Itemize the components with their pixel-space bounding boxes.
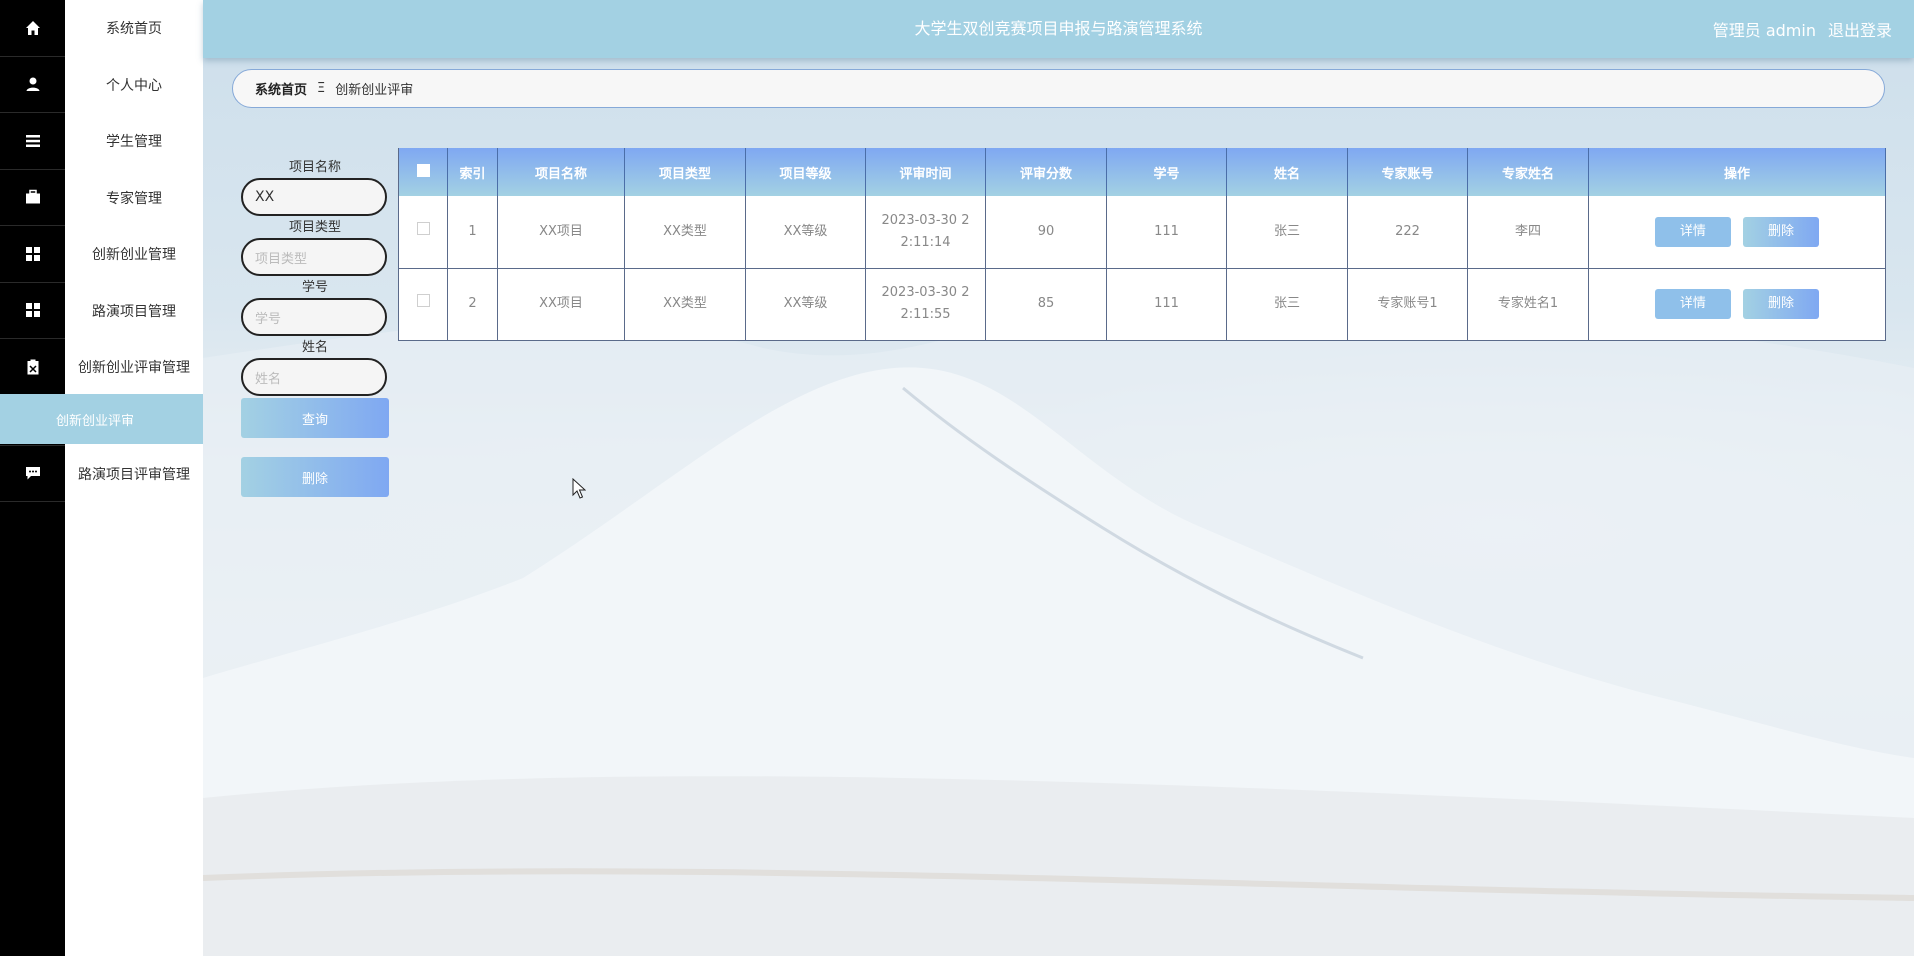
sidebar-menu: 系统首页 个人中心 学生管理 专家管理 创新创业管理 路演项目管理 创新创业评审…: [65, 0, 203, 956]
user-icon: [26, 77, 39, 92]
logout-link[interactable]: 退出登录: [1828, 17, 1892, 41]
breadcrumb-home-link[interactable]: 系统首页: [255, 79, 307, 98]
sidebar-item-experts[interactable]: 专家管理: [65, 170, 203, 227]
cell-review-time: 2023-03-30 22:11:55: [865, 268, 986, 341]
select-all-checkbox-cell[interactable]: [398, 148, 448, 196]
project-name-label: 项目名称: [288, 160, 341, 175]
select-all-checkbox[interactable]: [416, 163, 430, 177]
col-name: 姓名: [1226, 148, 1348, 196]
query-button[interactable]: 查询: [241, 398, 389, 438]
top-header: 大学生双创竞赛项目申报与路演管理系统 管理员 admin 退出登录: [203, 0, 1914, 58]
sidebar-subitem-innovation-review-active[interactable]: 创新创业评审: [0, 394, 203, 444]
detail-button[interactable]: 详情: [1654, 216, 1731, 247]
col-project-type: 项目类型: [624, 148, 746, 196]
home-icon: [25, 20, 40, 35]
table-row: 2 XX项目 XX类型 XX等级 2023-03-30 22:11:55 85 …: [398, 268, 1886, 341]
sidebar-item-profile[interactable]: 个人中心: [65, 57, 203, 114]
rail-grid-2[interactable]: [0, 283, 65, 339]
cell-project-level: XX等级: [745, 196, 866, 269]
row-checkbox[interactable]: [416, 294, 430, 307]
cell-student-no: 111: [1106, 196, 1227, 269]
name-input[interactable]: 姓名: [241, 358, 387, 396]
row-checkbox-cell[interactable]: [398, 268, 448, 341]
row-checkbox-cell[interactable]: [398, 196, 448, 269]
table-row: 1 XX项目 XX类型 XX等级 2023-03-30 22:11:14 90 …: [398, 196, 1886, 269]
cell-expert-account: 222: [1347, 196, 1468, 269]
cell-project-level: XX等级: [745, 268, 866, 341]
cell-project-name: XX项目: [497, 268, 625, 341]
cell-actions: 详情 删除: [1588, 196, 1886, 269]
student-no-label: 学号: [301, 280, 328, 295]
rail-grid-1[interactable]: [0, 226, 65, 283]
breadcrumb: 系统首页 Ξ 创新创业评审: [232, 69, 1885, 108]
rail-home[interactable]: [0, 0, 65, 57]
col-project-level: 项目等级: [745, 148, 866, 196]
project-name-input[interactable]: XX: [241, 178, 387, 216]
header-user-area: 管理员 admin 退出登录: [1701, 0, 1892, 58]
rail-list[interactable]: [0, 113, 65, 170]
delete-button[interactable]: 删除: [1743, 216, 1820, 247]
rail-clipboard[interactable]: [0, 339, 65, 396]
sidebar-item-innovation-review[interactable]: 创新创业评审管理: [65, 339, 203, 396]
cell-name: 张三: [1226, 196, 1348, 269]
chat-icon: [25, 467, 40, 480]
delete-button[interactable]: 删除: [1743, 289, 1820, 319]
sidebar-item-students[interactable]: 学生管理: [65, 113, 203, 170]
rail-briefcase[interactable]: [0, 170, 65, 226]
mouse-cursor-icon: [572, 478, 586, 499]
col-expert-account: 专家账号: [1347, 148, 1468, 196]
clipboard-icon: [27, 359, 38, 375]
sidebar-item-roadshow-review[interactable]: 路演项目评审管理: [65, 446, 203, 503]
rail-chat[interactable]: [0, 446, 65, 502]
project-type-input[interactable]: 项目类型: [241, 238, 387, 276]
cell-expert-account: 专家账号1: [1347, 268, 1468, 341]
bulk-delete-button[interactable]: 删除: [241, 457, 389, 497]
rail-user[interactable]: [0, 57, 65, 113]
list-icon: [25, 134, 40, 147]
cell-index: 2: [447, 268, 498, 341]
project-type-label: 项目类型: [288, 220, 341, 235]
search-panel: 项目名称 XX 项目类型 项目类型 学号 学号 姓名 姓名 查询 删除: [241, 158, 389, 497]
col-project-name: 项目名称: [497, 148, 625, 196]
cell-expert-name: 李四: [1467, 196, 1589, 269]
cell-score: 90: [985, 196, 1107, 269]
system-title: 大学生双创竞赛项目申报与路演管理系统: [914, 19, 1203, 38]
table-header-row: 索引 项目名称 项目类型 项目等级 评审时间 评审分数 学号 姓名 专家账号 专…: [398, 148, 1886, 196]
col-actions: 操作: [1588, 148, 1886, 196]
cell-name: 张三: [1226, 268, 1348, 341]
sidebar-item-innovation[interactable]: 创新创业管理: [65, 226, 203, 283]
cell-project-type: XX类型: [624, 268, 746, 341]
sidebar-item-home[interactable]: 系统首页: [65, 0, 203, 57]
grid-icon: [25, 246, 40, 261]
detail-button[interactable]: 详情: [1654, 289, 1731, 319]
student-no-input[interactable]: 学号: [241, 298, 387, 336]
breadcrumb-separator: Ξ: [317, 81, 326, 96]
briefcase-icon: [25, 190, 40, 204]
review-table: 索引 项目名称 项目类型 项目等级 评审时间 评审分数 学号 姓名 专家账号 专…: [398, 148, 1886, 341]
col-index: 索引: [447, 148, 498, 196]
grid-icon: [25, 303, 40, 318]
cell-expert-name: 专家姓名1: [1467, 268, 1589, 341]
admin-user-label: 管理员 admin: [1712, 21, 1816, 40]
icon-rail: [0, 0, 65, 956]
cell-student-no: 111: [1106, 268, 1227, 341]
col-expert-name: 专家姓名: [1467, 148, 1589, 196]
sidebar-item-roadshow[interactable]: 路演项目管理: [65, 283, 203, 340]
cell-score: 85: [985, 268, 1107, 341]
col-student-no: 学号: [1106, 148, 1227, 196]
cell-actions: 详情 删除: [1588, 268, 1886, 341]
name-label: 姓名: [301, 340, 328, 355]
breadcrumb-current: 创新创业评审: [335, 83, 414, 98]
row-checkbox[interactable]: [416, 221, 430, 235]
cell-index: 1: [447, 196, 498, 269]
col-score: 评审分数: [985, 148, 1107, 196]
cell-project-type: XX类型: [624, 196, 746, 269]
cell-review-time: 2023-03-30 22:11:14: [865, 196, 986, 269]
col-review-time: 评审时间: [865, 148, 986, 196]
cell-project-name: XX项目: [497, 196, 625, 269]
